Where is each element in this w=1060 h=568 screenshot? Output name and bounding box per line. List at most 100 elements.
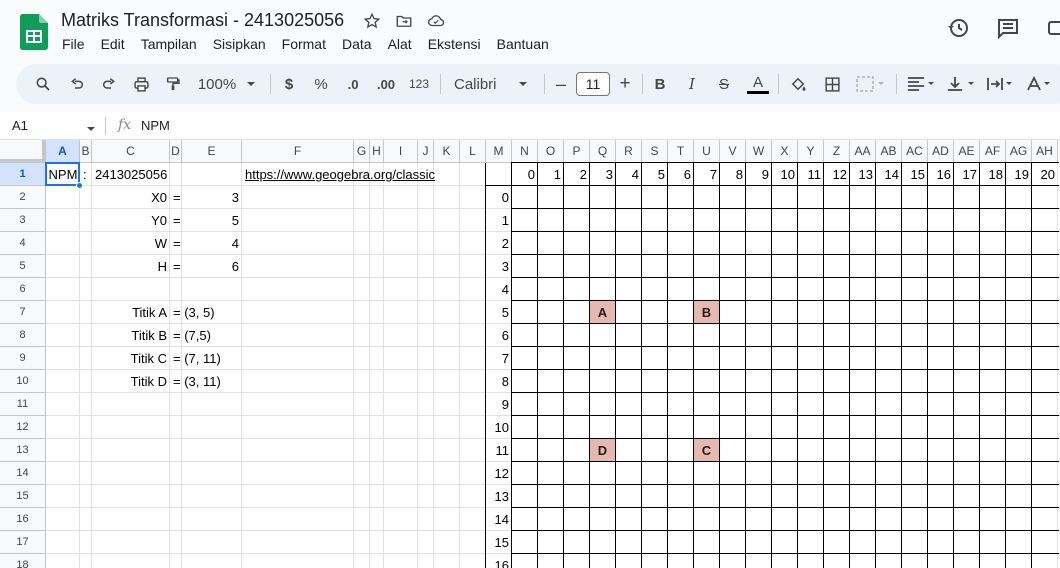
print-icon[interactable]	[128, 64, 154, 104]
menu-help[interactable]: Bantuan	[497, 36, 557, 52]
column-header-w[interactable]: W	[746, 140, 772, 163]
row-header-18[interactable]: 18	[0, 554, 46, 568]
currency-format-button[interactable]: $	[278, 64, 300, 104]
menu-file[interactable]: File	[62, 36, 93, 52]
increase-font-size-button[interactable]: +	[616, 64, 634, 104]
vertical-align-icon[interactable]	[944, 64, 978, 104]
sheets-logo-icon[interactable]	[20, 14, 48, 50]
point-a[interactable]: A	[590, 301, 615, 323]
row-header-4[interactable]: 4	[0, 232, 46, 255]
name-box-dropdown-icon[interactable]	[86, 121, 96, 139]
row-header-5[interactable]: 5	[0, 255, 46, 278]
row-header-9[interactable]: 9	[0, 347, 46, 370]
fill-handle[interactable]	[76, 182, 83, 189]
point-c[interactable]: C	[694, 439, 719, 461]
menu-edit[interactable]: Edit	[101, 36, 133, 52]
column-header-v[interactable]: V	[720, 140, 746, 163]
row-header-11[interactable]: 11	[0, 393, 46, 416]
column-header-k[interactable]: K	[434, 140, 460, 163]
redo-icon[interactable]	[96, 64, 122, 104]
row-header-3[interactable]: 3	[0, 209, 46, 232]
decrease-decimal-button[interactable]: .0	[342, 64, 364, 104]
row-header-16[interactable]: 16	[0, 508, 46, 531]
column-header-b[interactable]: B	[80, 140, 92, 163]
column-header-p[interactable]: P	[564, 140, 590, 163]
undo-icon[interactable]	[64, 64, 90, 104]
name-box[interactable]: A1	[12, 118, 28, 133]
italic-button[interactable]: I	[682, 64, 702, 104]
horizontal-align-icon[interactable]	[904, 64, 938, 104]
row-header-15[interactable]: 15	[0, 485, 46, 508]
menu-insert[interactable]: Sisipkan	[213, 36, 274, 52]
column-header-h[interactable]: H	[370, 140, 384, 163]
row-header-14[interactable]: 14	[0, 462, 46, 485]
column-header-ag[interactable]: AG	[1006, 140, 1032, 163]
strikethrough-button[interactable]: S	[714, 64, 734, 104]
column-header-ab[interactable]: AB	[876, 140, 902, 163]
fill-color-icon[interactable]	[786, 64, 810, 104]
row-header-17[interactable]: 17	[0, 531, 46, 554]
spreadsheet-grid[interactable]: A B C D E F G H I J K L M N O P Q R S T U V W X Y Z AA AB AC AD AE AF AG…	[0, 140, 1060, 568]
column-header-o[interactable]: O	[538, 140, 564, 163]
column-header-d[interactable]: D	[170, 140, 182, 163]
row-header-6[interactable]: 6	[0, 278, 46, 301]
column-header-y[interactable]: Y	[798, 140, 824, 163]
column-header-s[interactable]: S	[642, 140, 668, 163]
zoom-select[interactable]: 100%	[194, 64, 240, 104]
point-b[interactable]: B	[694, 301, 719, 323]
formula-input[interactable]: NPM	[141, 118, 170, 133]
column-header-i[interactable]: I	[384, 140, 418, 163]
zoom-dropdown-icon[interactable]	[244, 64, 258, 104]
column-header-ac[interactable]: AC	[902, 140, 928, 163]
text-color-button[interactable]: A	[746, 64, 770, 104]
move-folder-icon[interactable]	[394, 11, 414, 31]
column-header-m[interactable]: M	[486, 140, 512, 163]
select-all-corner[interactable]	[0, 140, 46, 163]
menu-tools[interactable]: Alat	[388, 36, 420, 52]
star-icon[interactable]	[362, 11, 382, 31]
menu-view[interactable]: Tampilan	[141, 36, 205, 52]
column-header-r[interactable]: R	[616, 140, 642, 163]
column-header-ah[interactable]: AH	[1032, 140, 1058, 163]
history-icon[interactable]	[946, 16, 970, 40]
more-formats-button[interactable]: 123	[406, 64, 432, 104]
row-header-1[interactable]: 1	[0, 163, 46, 186]
row-header-13[interactable]: 13	[0, 439, 46, 462]
cell-f1[interactable]: https://www.geogebra.org/classic	[242, 163, 482, 186]
font-size-input[interactable]: 11	[576, 72, 610, 96]
column-header-z[interactable]: Z	[824, 140, 850, 163]
text-rotation-icon[interactable]	[1024, 64, 1058, 104]
merge-cells-icon[interactable]	[854, 64, 888, 104]
column-header-u[interactable]: U	[694, 140, 720, 163]
search-menus-icon[interactable]	[30, 64, 56, 104]
row-header-7[interactable]: 7	[0, 301, 46, 324]
document-title[interactable]: Matriks Transformasi - 2413025056	[61, 10, 344, 31]
column-header-g[interactable]: G	[354, 140, 370, 163]
font-family-select[interactable]: Calibri	[448, 64, 502, 104]
row-header-12[interactable]: 12	[0, 416, 46, 439]
column-header-t[interactable]: T	[668, 140, 694, 163]
column-header-ad[interactable]: AD	[928, 140, 954, 163]
video-call-icon[interactable]	[1046, 16, 1060, 40]
column-header-n[interactable]: N	[512, 140, 538, 163]
column-header-e[interactable]: E	[182, 140, 242, 163]
point-d[interactable]: D	[590, 439, 615, 461]
increase-decimal-button[interactable]: .00	[372, 64, 400, 104]
percent-format-button[interactable]: %	[310, 64, 332, 104]
comments-icon[interactable]	[996, 16, 1020, 40]
column-header-q[interactable]: Q	[590, 140, 616, 163]
column-header-ae[interactable]: AE	[954, 140, 980, 163]
borders-icon[interactable]	[820, 64, 844, 104]
menu-data[interactable]: Data	[342, 36, 380, 52]
column-header-l[interactable]: L	[460, 140, 486, 163]
text-wrapping-icon[interactable]	[984, 64, 1018, 104]
column-header-af[interactable]: AF	[980, 140, 1006, 163]
menu-format[interactable]: Format	[282, 36, 334, 52]
row-header-8[interactable]: 8	[0, 324, 46, 347]
paint-format-icon[interactable]	[160, 64, 186, 104]
bold-button[interactable]: B	[650, 64, 670, 104]
column-header-j[interactable]: J	[418, 140, 434, 163]
column-header-x[interactable]: X	[772, 140, 798, 163]
column-header-aa[interactable]: AA	[850, 140, 876, 163]
decrease-font-size-button[interactable]: –	[552, 64, 570, 104]
